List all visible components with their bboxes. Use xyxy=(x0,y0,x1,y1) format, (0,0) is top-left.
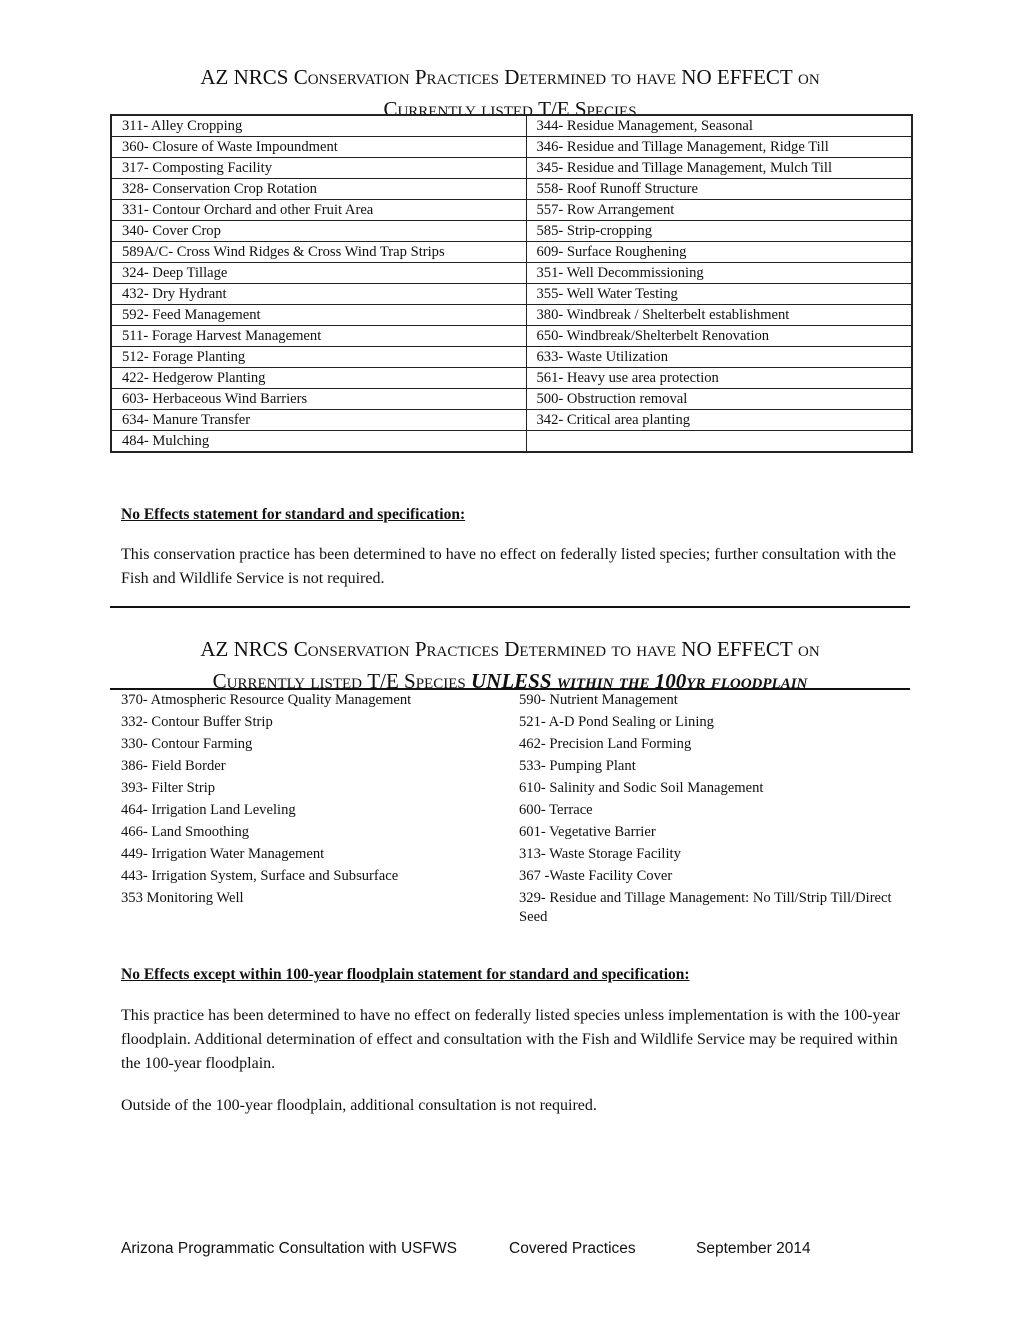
practice-cell-right: 313- Waste Storage Facility xyxy=(519,846,681,862)
section-divider xyxy=(110,606,910,608)
no-effects-statement-body: This conservation practice has been dete… xyxy=(121,546,896,587)
practice-cell-right: 633- Waste Utilization xyxy=(525,346,913,368)
table-row: 393- Filter Strip 610- Salinity and Sodic… xyxy=(110,778,910,800)
table-row: 466- Land Smoothing 601- Vegetative Barri… xyxy=(110,822,910,844)
table-row: 422- Hedgerow Planting 561- Heavy use are… xyxy=(110,367,913,389)
table-row: 634- Manure Transfer 342- Critical area p… xyxy=(110,409,913,431)
table-row: 330- Contour Farming 462- Precision Land … xyxy=(110,734,910,756)
practice-cell-right: 600- Terrace xyxy=(519,802,593,818)
practice-cell-left: 603- Herbaceous Wind Barriers xyxy=(110,388,527,410)
table-row: 589A/C- Cross Wind Ridges & Cross Wind T… xyxy=(110,241,913,263)
table-row: 324- Deep Tillage 351- Well Decommissioni… xyxy=(110,262,913,284)
practice-cell-left: 331- Contour Orchard and other Fruit Are… xyxy=(110,199,527,221)
floodplain-statement-body: This practice has been determined to hav… xyxy=(121,1007,900,1072)
practice-cell-left: 464- Irrigation Land Leveling xyxy=(121,802,296,818)
practice-cell-left: 332- Contour Buffer Strip xyxy=(121,714,273,730)
practice-cell-left: 512- Forage Planting xyxy=(110,346,527,368)
practice-cell-left: 634- Manure Transfer xyxy=(110,409,527,431)
practice-cell-left: 340- Cover Crop xyxy=(110,220,527,242)
practice-cell-left: 443- Irrigation System, Surface and Subs… xyxy=(121,868,399,884)
table-row: 353 Monitoring Well 329- Residue and Till… xyxy=(110,888,910,929)
practice-cell-left: 317- Composting Facility xyxy=(110,157,527,179)
practice-cell-right: 500- Obstruction removal xyxy=(525,388,913,410)
floodplain-practices-table: 370- Atmospheric Resource Quality Manage… xyxy=(110,690,910,929)
practice-cell-right: 355- Well Water Testing xyxy=(525,283,913,305)
practice-cell-left: 592- Feed Management xyxy=(110,304,527,326)
practice-cell-left: 466- Land Smoothing xyxy=(121,824,250,840)
practice-cell-left: 386- Field Border xyxy=(121,758,226,774)
practice-cell-right: 610- Salinity and Sodic Soil Management xyxy=(519,780,764,796)
practice-cell-right: 342- Critical area planting xyxy=(525,409,913,431)
practice-cell-left: 422- Hedgerow Planting xyxy=(110,367,527,389)
practice-cell-right: 558- Roof Runoff Structure xyxy=(525,178,913,200)
table-row: 386- Field Border 533- Pumping Plant xyxy=(110,756,910,778)
table-row: 331- Contour Orchard and other Fruit Are… xyxy=(110,199,913,221)
practice-cell-right: 601- Vegetative Barrier xyxy=(519,824,656,840)
table-row: 464- Irrigation Land Leveling 600- Terrac… xyxy=(110,800,910,822)
practice-cell-right: 609- Surface Roughening xyxy=(525,241,913,263)
practice-cell-right: 367 -Waste Facility Cover xyxy=(519,868,673,884)
table-row: 332- Contour Buffer Strip 521- A-D Pond S… xyxy=(110,712,910,734)
no-effect-practices-table-body: 311- Alley Cropping 344- Residue Manageme… xyxy=(110,114,913,453)
practice-cell-left: 311- Alley Cropping xyxy=(110,114,527,137)
document-page: AZ NRCS Conservation Practices Determine… xyxy=(0,0,1020,1320)
table-row: 511- Forage Harvest Management 650- Windb… xyxy=(110,325,913,347)
floodplain-statement-outside: Outside of the 100-year floodplain, addi… xyxy=(121,1097,597,1114)
table-row: 432- Dry Hydrant 355- Well Water Testing xyxy=(110,283,913,305)
table-row: 592- Feed Management 380- Windbreak / She… xyxy=(110,304,913,326)
practice-cell-right: 590- Nutrient Management xyxy=(519,692,678,708)
table-row: 370- Atmospheric Resource Quality Manage… xyxy=(110,690,910,712)
practice-cell-left: 324- Deep Tillage xyxy=(110,262,527,284)
section2-title-line1: AZ NRCS Conservation Practices Determine… xyxy=(200,637,820,661)
practice-cell-right: 344- Residue Management, Seasonal xyxy=(525,114,913,137)
table-row: 340- Cover Crop 585- Strip-cropping xyxy=(110,220,913,242)
practice-cell-left: 432- Dry Hydrant xyxy=(110,283,527,305)
table-row: 603- Herbaceous Wind Barriers 500- Obstru… xyxy=(110,388,913,410)
practice-cell-left: 360- Closure of Waste Impoundment xyxy=(110,136,527,158)
floodplain-practices-table-body: 370- Atmospheric Resource Quality Manage… xyxy=(110,690,910,929)
table-row: 484- Mulching xyxy=(110,430,913,453)
no-effect-practices-table: 311- Alley Cropping 344- Residue Manageme… xyxy=(110,114,913,453)
practice-cell-left: 449- Irrigation Water Management xyxy=(121,846,325,862)
table-row: 512- Forage Planting 633- Waste Utilizati… xyxy=(110,346,913,368)
practice-cell-right: 346- Residue and Tillage Management, Rid… xyxy=(525,136,913,158)
practice-cell-left: 589A/C- Cross Wind Ridges & Cross Wind T… xyxy=(110,241,527,263)
practice-cell-right xyxy=(525,430,913,453)
practice-cell-left: 353 Monitoring Well xyxy=(121,890,244,906)
practice-cell-right: 462- Precision Land Forming xyxy=(519,736,692,752)
footer-center: Covered Practices xyxy=(509,1240,636,1257)
floodplain-statement-heading: No Effects except within 100-year floodp… xyxy=(121,966,690,983)
table-row: 449- Irrigation Water Management 313- Was… xyxy=(110,844,910,866)
practice-cell-right: 521- A-D Pond Sealing or Lining xyxy=(519,714,714,730)
section1-title-line1: AZ NRCS Conservation Practices Determine… xyxy=(200,65,820,89)
practice-cell-left: 393- Filter Strip xyxy=(121,780,216,796)
table-row: 311- Alley Cropping 344- Residue Manageme… xyxy=(110,114,913,137)
footer-left: Arizona Programmatic Consultation with U… xyxy=(121,1240,457,1257)
practice-cell-left: 330- Contour Farming xyxy=(121,736,253,752)
practice-cell-left: 370- Atmospheric Resource Quality Manage… xyxy=(121,692,412,708)
practice-cell-left: 484- Mulching xyxy=(110,430,527,453)
practice-cell-right: 380- Windbreak / Shelterbelt establishme… xyxy=(525,304,913,326)
practice-cell-right: 345- Residue and Tillage Management, Mul… xyxy=(525,157,913,179)
practice-cell-right: 585- Strip-cropping xyxy=(525,220,913,242)
table-row: 317- Composting Facility 345- Residue and… xyxy=(110,157,913,179)
practice-cell-right: 329- Residue and Tillage Management: No … xyxy=(519,890,892,925)
practice-cell-right: 561- Heavy use area protection xyxy=(525,367,913,389)
table-row: 328- Conservation Crop Rotation 558- Roof… xyxy=(110,178,913,200)
no-effects-statement-heading: No Effects statement for standard and sp… xyxy=(121,506,466,523)
table-row: 360- Closure of Waste Impoundment 346- Re… xyxy=(110,136,913,158)
practice-cell-right: 557- Row Arrangement xyxy=(525,199,913,221)
practice-cell-left: 328- Conservation Crop Rotation xyxy=(110,178,527,200)
practice-cell-right: 533- Pumping Plant xyxy=(519,758,636,774)
practice-cell-left: 511- Forage Harvest Management xyxy=(110,325,527,347)
footer-right: September 2014 xyxy=(696,1240,811,1257)
table-row: 443- Irrigation System, Surface and Subs… xyxy=(110,866,910,888)
practice-cell-right: 650- Windbreak/Shelterbelt Renovation xyxy=(525,325,913,347)
practice-cell-right: 351- Well Decommissioning xyxy=(525,262,913,284)
